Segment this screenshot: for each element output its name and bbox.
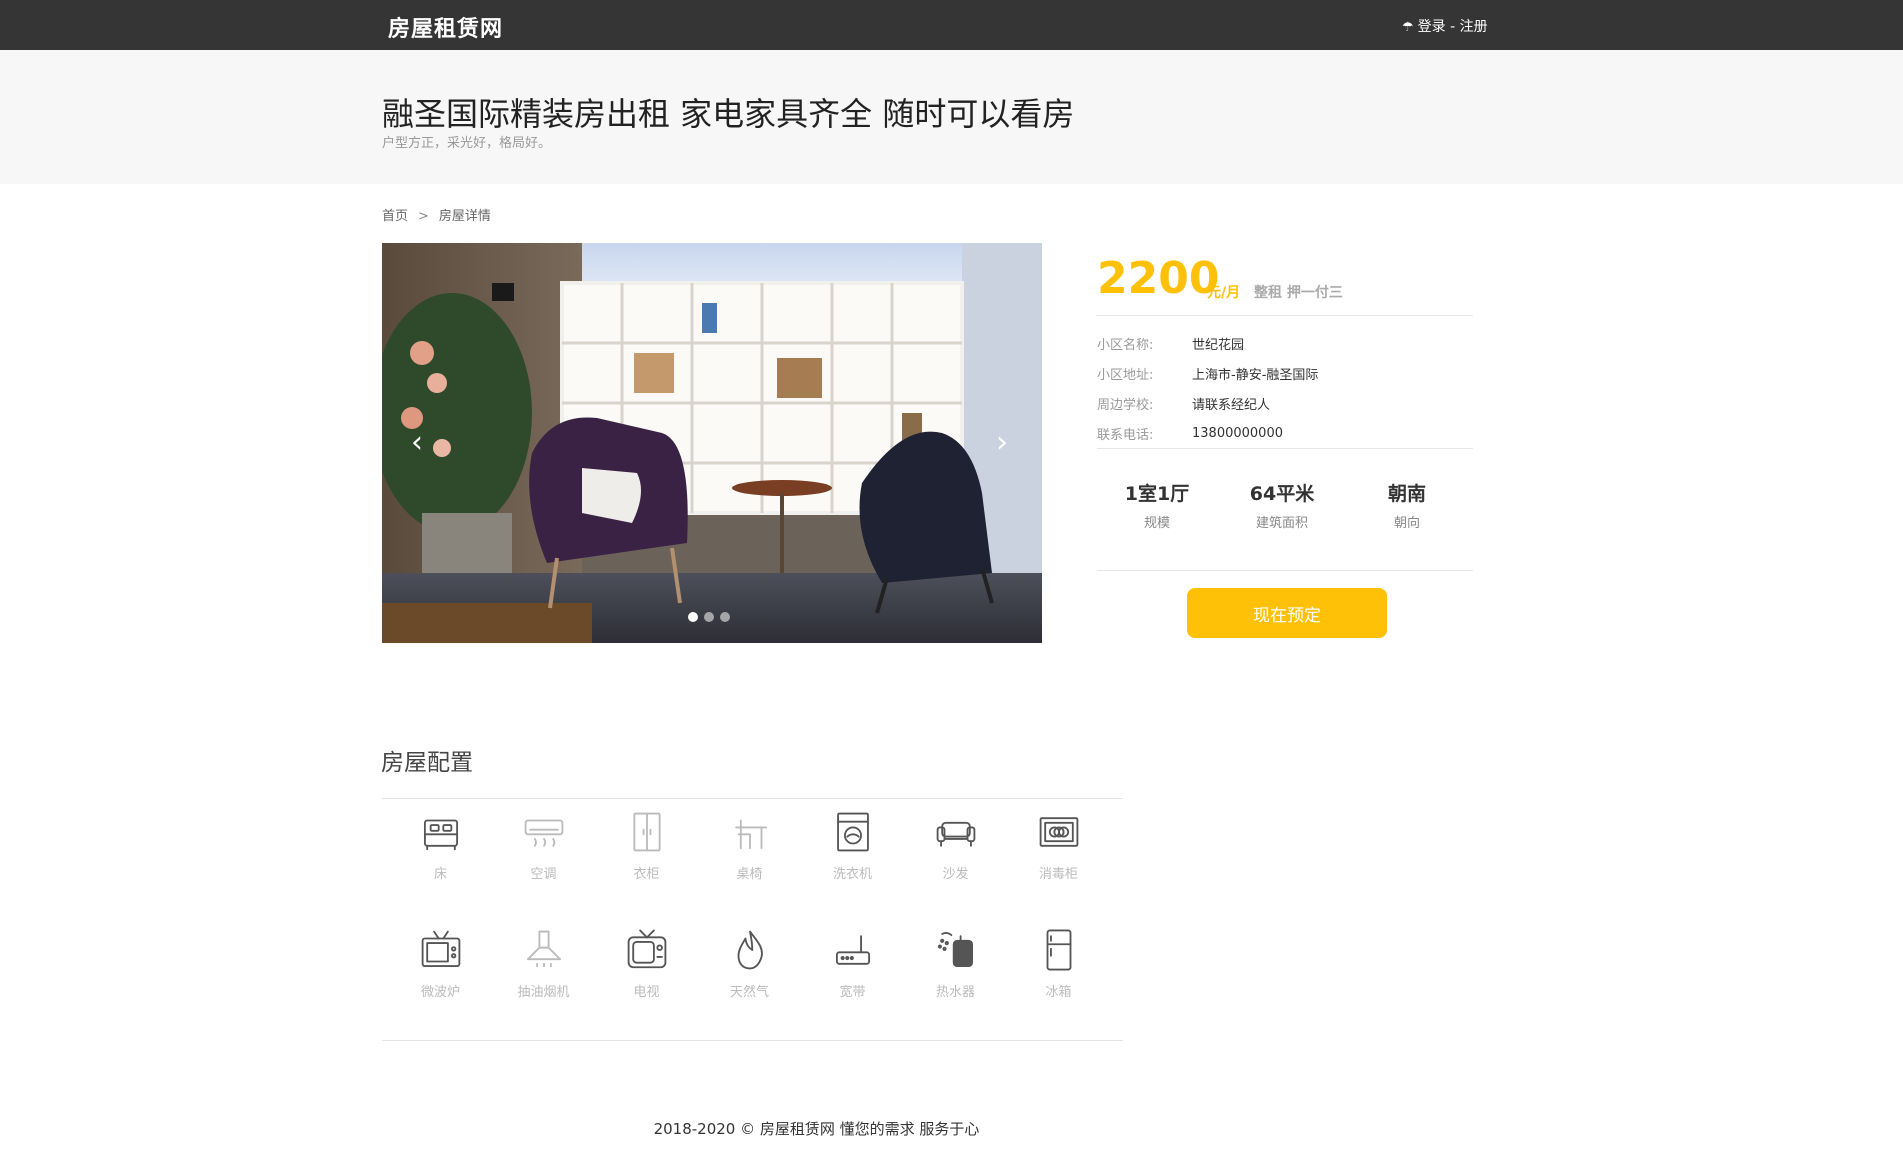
login-link[interactable]: 登录	[1418, 19, 1446, 35]
amenity-label: 衣柜	[633, 867, 660, 882]
rent-price: 2200	[1097, 253, 1220, 304]
breadcrumb-home[interactable]: 首页	[382, 209, 408, 224]
amenity-item: 天然气	[698, 927, 801, 1000]
breadcrumb-current: 房屋详情	[438, 209, 491, 224]
bed-icon	[389, 809, 492, 855]
hero-banner: 融圣国际精装房出租 家电家具齐全 随时可以看房 户型方正，采光好，格局好。	[0, 50, 1903, 184]
carousel-dot[interactable]	[720, 612, 730, 622]
listing-stats: 1室1厅规模 64平米建筑面积 朝南朝向	[1097, 449, 1473, 571]
amenities-grid: 床 空调 衣柜 桌椅 洗衣机 沙发 消毒柜微波炉 抽油烟机 电视 天然气 宽带 热水器 冰箱	[382, 798, 1123, 1041]
amenity-label: 洗衣机	[832, 867, 872, 882]
amenity-label: 冰箱	[1045, 985, 1072, 1000]
carousel-prev-arrow[interactable]: ‹	[402, 423, 432, 463]
stat-label: 朝向	[1393, 516, 1420, 531]
amenity-label: 抽油烟机	[517, 985, 570, 1000]
detail-label: 小区名称:	[1097, 337, 1154, 353]
water-heater-icon	[904, 927, 1007, 973]
amenity-label: 天然气	[729, 985, 769, 1000]
amenity-item: 电视	[595, 927, 698, 1000]
amenity-label: 空调	[530, 867, 557, 882]
washing-machine-icon	[801, 809, 904, 855]
stat-layout: 1室1厅规模	[1102, 479, 1212, 531]
register-link[interactable]: 注册	[1460, 19, 1488, 35]
microwave-icon	[389, 927, 492, 973]
amenity-label: 热水器	[935, 985, 975, 1000]
amenity-item: 沙发	[904, 809, 1007, 882]
site-logo[interactable]: 房屋租赁网	[388, 11, 503, 43]
config-section-title: 房屋配置	[381, 750, 473, 776]
detail-value: 上海市-静安-融圣国际	[1192, 367, 1319, 383]
router-icon	[801, 927, 904, 973]
amenity-item: 空调	[492, 809, 595, 882]
chevron-right-icon: ›	[996, 425, 1008, 460]
amenity-item: 抽油烟机	[492, 927, 595, 1000]
listing-details: 小区名称: 世纪花园 小区地址: 上海市-静安-融圣国际 周边学校: 请联系经纪人 联…	[1097, 316, 1473, 449]
amenity-item: 衣柜	[595, 809, 698, 882]
sterilizer-cabinet-icon	[1007, 809, 1110, 855]
stat-orientation: 朝南 朝向	[1352, 479, 1462, 531]
carousel-dot[interactable]	[704, 612, 714, 622]
tv-icon	[595, 927, 698, 973]
auth-links: ☂ 登录 - 注册	[1402, 16, 1488, 36]
price-unit: 元/月	[1207, 285, 1241, 301]
detail-value: 请联系经纪人	[1192, 397, 1271, 413]
detail-label: 小区地址:	[1097, 367, 1154, 383]
gas-flame-icon	[698, 927, 801, 973]
carousel-dot[interactable]	[688, 612, 698, 622]
amenity-item: 消毒柜	[1007, 809, 1110, 882]
desk-chair-icon	[698, 809, 801, 855]
top-navbar: 房屋租赁网 ☂ 登录 - 注册	[0, 0, 1903, 50]
detail-label: 周边学校:	[1097, 397, 1154, 413]
amenity-item: 冰箱	[1007, 927, 1110, 1000]
amenity-label: 电视	[633, 985, 660, 1000]
stat-value: 64平米	[1249, 483, 1315, 505]
amenity-label: 桌椅	[736, 867, 763, 882]
stat-value: 朝南	[1387, 483, 1426, 505]
photo-carousel[interactable]: ‹ ›	[382, 243, 1042, 643]
stat-value: 1室1厅	[1124, 483, 1190, 505]
footer-copyright: 2018-2020 © 房屋租赁网 懂您的需求 服务于心	[653, 1120, 980, 1138]
room-photo	[382, 243, 1042, 643]
amenity-label: 床	[433, 867, 447, 882]
amenity-item: 洗衣机	[801, 809, 904, 882]
page-title: 融圣国际精装房出租 家电家具齐全 随时可以看房	[382, 95, 1075, 133]
amenity-label: 宽带	[839, 985, 866, 1000]
carousel-indicators	[688, 612, 730, 622]
amenity-item: 宽带	[801, 927, 904, 1000]
umbrella-icon: ☂	[1402, 20, 1414, 35]
amenity-label: 消毒柜	[1038, 867, 1078, 882]
range-hood-icon	[492, 927, 595, 973]
breadcrumb-separator: >	[418, 209, 429, 224]
book-now-button[interactable]: 现在预定	[1187, 588, 1387, 638]
air-conditioner-icon	[492, 809, 595, 855]
amenity-item: 桌椅	[698, 809, 801, 882]
amenity-item: 床	[389, 809, 492, 882]
sofa-icon	[904, 809, 1007, 855]
carousel-next-arrow[interactable]: ›	[987, 423, 1017, 463]
stat-label: 规模	[1143, 516, 1170, 531]
detail-value: 13800000000	[1192, 425, 1283, 441]
stat-area: 64平米建筑面积	[1227, 479, 1337, 531]
detail-row-phone: 联系电话: 13800000000	[1097, 418, 1473, 448]
listing-info-panel: 2200 元/月 整租 押一付三 小区名称: 世纪花园 小区地址: 上海市-静安-融…	[1097, 243, 1473, 638]
detail-value: 世纪花园	[1192, 337, 1245, 353]
wardrobe-icon	[595, 809, 698, 855]
breadcrumb: 首页 > 房屋详情	[382, 205, 491, 224]
price-row: 2200 元/月 整租 押一付三	[1097, 243, 1473, 316]
amenity-item: 微波炉	[389, 927, 492, 1000]
amenity-label: 微波炉	[420, 985, 460, 1000]
page-subtitle: 户型方正，采光好，格局好。	[382, 136, 552, 151]
amenity-label: 沙发	[942, 867, 969, 882]
detail-row-community: 小区名称: 世纪花园	[1097, 328, 1473, 358]
detail-label: 联系电话:	[1097, 427, 1154, 443]
chevron-left-icon: ‹	[411, 425, 423, 460]
amenity-item: 热水器	[904, 927, 1007, 1000]
fridge-icon	[1007, 927, 1110, 973]
payment-terms: 整租 押一付三	[1254, 285, 1343, 301]
stat-label: 建筑面积	[1255, 516, 1308, 531]
auth-separator: -	[1445, 19, 1460, 35]
detail-row-address: 小区地址: 上海市-静安-融圣国际	[1097, 358, 1473, 388]
detail-row-school: 周边学校: 请联系经纪人	[1097, 388, 1473, 418]
